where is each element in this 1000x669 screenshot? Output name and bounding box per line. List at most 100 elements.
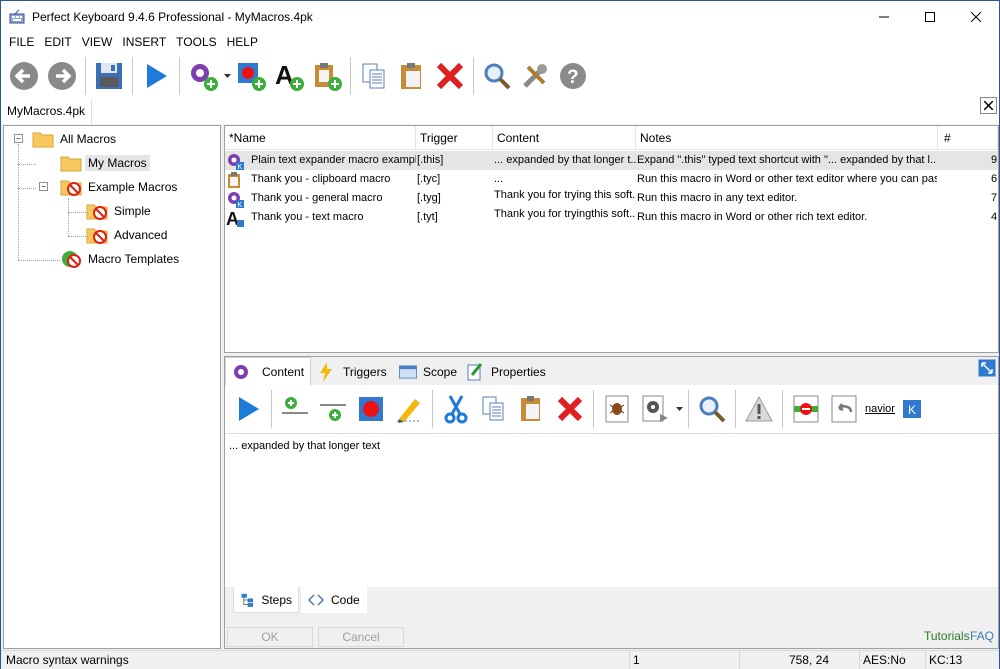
copy-button[interactable] — [475, 389, 513, 429]
tree-node-my-macros[interactable]: My Macros — [60, 152, 150, 174]
pencil-icon — [397, 399, 421, 423]
menu-file[interactable]: FILE — [4, 32, 39, 52]
record-button[interactable] — [352, 389, 390, 429]
tab-steps[interactable]: Steps — [233, 587, 299, 613]
delete-button[interactable] — [551, 389, 589, 429]
copy-icon — [362, 63, 385, 89]
main-toolbar: A ? — [1, 52, 999, 100]
cancel-button[interactable]: Cancel — [318, 627, 404, 647]
debug-button[interactable] — [598, 389, 636, 429]
new-recorded-macro-icon — [238, 63, 266, 91]
macro-editor-pane: Content Triggers Scope Properties navior… — [224, 356, 999, 649]
save-button[interactable] — [90, 56, 128, 96]
back-button[interactable] — [5, 56, 43, 96]
bug-icon — [605, 395, 629, 423]
macro-content-editor[interactable]: ... expanded by that longer text — [225, 433, 998, 587]
tree-node-example-macros[interactable]: Example Macros — [60, 176, 180, 198]
table-row[interactable]: A Thank you - text macro [.tyt] Thank yo… — [225, 208, 998, 227]
svg-text:?: ? — [567, 67, 579, 88]
search-button[interactable] — [478, 56, 516, 96]
help-button[interactable]: ? — [554, 56, 592, 96]
insert-step-below-button[interactable] — [314, 389, 352, 429]
tree-node-macro-templates[interactable]: Macro Templates — [60, 248, 182, 270]
new-macro-dropdown[interactable] — [222, 56, 232, 96]
play-button[interactable] — [229, 389, 267, 429]
edit-button[interactable] — [390, 389, 428, 429]
status-message: Macro syntax warnings — [6, 653, 129, 667]
folder-icon — [32, 132, 54, 148]
faq-link[interactable]: FAQ — [970, 629, 994, 643]
forward-button[interactable] — [43, 56, 81, 96]
tree-connector — [68, 212, 88, 213]
new-macro-button[interactable] — [184, 56, 222, 96]
tutorials-link[interactable]: Tutorials — [924, 629, 970, 643]
behavior-link[interactable]: navior — [865, 403, 895, 415]
collapse-toggle[interactable]: − — [14, 134, 23, 143]
cut-button[interactable] — [437, 389, 475, 429]
title-bar: Perfect Keyboard 9.4.6 Professional - My… — [1, 1, 999, 32]
column-header-notes[interactable]: Notes — [636, 126, 938, 150]
tab-properties[interactable]: Properties — [461, 359, 551, 385]
window-icon — [399, 365, 417, 379]
maximize-button[interactable] — [907, 1, 953, 32]
help-icon: ? — [560, 63, 586, 89]
menu-bar: FILE EDIT VIEW INSERT TOOLS HELP — [1, 32, 999, 52]
paste-button[interactable] — [513, 389, 551, 429]
tab-triggers[interactable]: Triggers — [313, 359, 391, 385]
delete-button[interactable] — [431, 56, 469, 96]
collapse-toggle[interactable]: − — [39, 182, 48, 191]
tab-label: Content — [262, 364, 305, 379]
tree-node-advanced[interactable]: Advanced — [86, 224, 170, 246]
editor-text: ... expanded by that longer text — [229, 440, 381, 452]
new-text-macro-button[interactable]: A — [270, 56, 308, 96]
maximize-pane-button[interactable] — [978, 359, 996, 377]
toolbar-separator — [271, 390, 272, 428]
macro-count: 9 — [991, 154, 998, 166]
close-window-button[interactable] — [953, 1, 999, 32]
menu-view[interactable]: VIEW — [77, 32, 118, 52]
tree-node-label: Example Macros — [88, 180, 178, 194]
macro-name: Thank you - general macro — [251, 192, 383, 204]
search-button[interactable] — [693, 389, 731, 429]
tree-node-simple[interactable]: Simple — [86, 200, 154, 222]
tab-code[interactable]: Code — [301, 587, 367, 613]
tab-scope[interactable]: Scope — [393, 359, 457, 385]
run-options-button[interactable] — [636, 389, 674, 429]
macro-count: 4 — [991, 211, 998, 223]
close-document-button[interactable] — [980, 97, 997, 114]
column-header-count[interactable]: # — [938, 126, 998, 150]
document-tab[interactable]: MyMacros.4pk — [1, 100, 93, 124]
insert-step-above-button[interactable] — [276, 389, 314, 429]
toolbar-separator — [473, 57, 474, 95]
macro-notes: Expand ".this" typed text shortcut with … — [637, 154, 937, 166]
menu-tools[interactable]: TOOLS — [171, 32, 221, 52]
new-clipboard-macro-button[interactable] — [308, 56, 346, 96]
column-header-trigger[interactable]: Trigger — [416, 126, 493, 150]
insert-above-icon — [282, 397, 308, 414]
search-icon — [484, 63, 511, 90]
paste-button[interactable] — [393, 56, 431, 96]
table-row[interactable]: K Plain text expander macro example [.th… — [225, 151, 998, 170]
menu-edit[interactable]: EDIT — [39, 32, 76, 52]
play-button[interactable] — [137, 56, 175, 96]
column-header-name[interactable]: *Name — [225, 126, 416, 150]
tools-button[interactable] — [516, 56, 554, 96]
tree-connector — [18, 164, 36, 165]
ok-button[interactable]: OK — [227, 627, 313, 647]
column-header-content[interactable]: Content — [493, 126, 636, 150]
disable-step-icon — [793, 395, 819, 423]
undo-step-button[interactable] — [825, 389, 863, 429]
warnings-button[interactable] — [740, 389, 778, 429]
tab-content[interactable]: Content — [225, 357, 311, 385]
svg-text:K: K — [908, 403, 916, 417]
copy-button[interactable] — [355, 56, 393, 96]
tree-node-all-macros[interactable]: All Macros — [32, 128, 119, 150]
disable-step-button[interactable] — [787, 389, 825, 429]
minimize-button[interactable] — [861, 1, 907, 32]
status-bar: Macro syntax warnings 1 758, 24 AES:No K… — [1, 650, 999, 669]
menu-help[interactable]: HELP — [222, 32, 263, 52]
new-recorded-macro-button[interactable] — [232, 56, 270, 96]
menu-insert[interactable]: INSERT — [117, 32, 171, 52]
toolbar-separator — [432, 390, 433, 428]
run-options-dropdown[interactable] — [674, 389, 684, 429]
